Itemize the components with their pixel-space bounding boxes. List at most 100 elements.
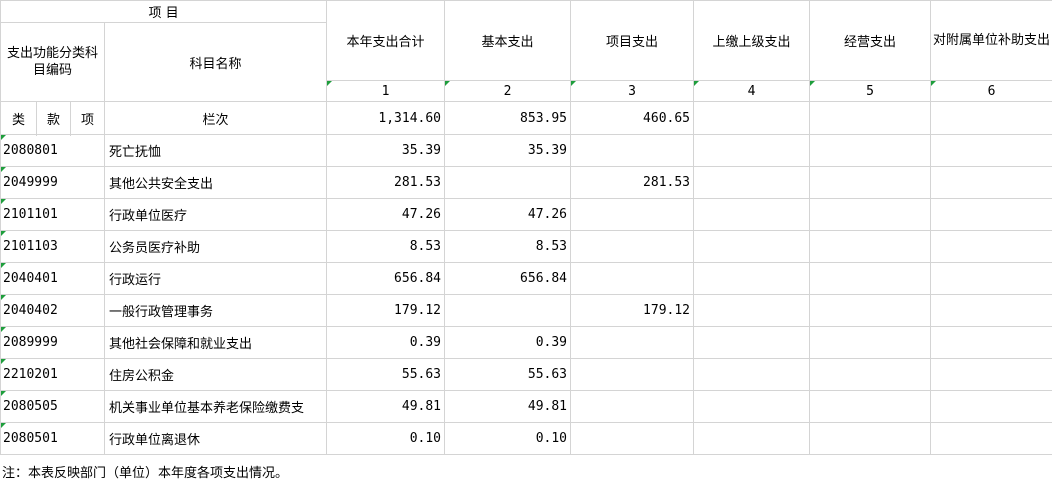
header-lanci: 栏次 [103,101,328,135]
table-row: 2080801 死亡抚恤 35.39 35.39 [0,134,1052,167]
row-subject-name: 其他公共安全支出 [103,166,328,199]
col-number-4: 4 [693,80,811,102]
row-value-6 [930,134,1052,167]
col-number-2: 2 [444,80,572,102]
row-value-6 [930,422,1052,455]
row-value-5 [809,262,932,295]
total-value-4 [693,101,811,135]
row-value-5 [809,134,932,167]
table-row: 2040401 行政运行 656.84 656.84 [0,262,1052,295]
row-value-3: 281.53 [570,166,695,199]
header-item-label: 项 目 [0,0,328,23]
header-subject-name: 科目名称 [103,22,328,102]
header-col-operating: 经营支出 [809,0,932,81]
row-value-5 [809,166,932,199]
header-xiang: 项 [70,101,105,135]
row-value-6 [930,198,1052,231]
row-value-4 [693,390,811,423]
table-row: 2080501 行政单位离退休 0.10 0.10 [0,422,1052,455]
row-value-5 [809,358,932,391]
col-number-3: 3 [570,80,695,102]
row-subject-name: 公务员医疗补助 [103,230,328,263]
row-value-1: 55.63 [326,358,446,391]
header-col-remit-superior: 上缴上级支出 [693,0,811,81]
row-value-2: 0.39 [444,326,572,359]
row-value-1: 0.39 [326,326,446,359]
row-value-1: 8.53 [326,230,446,263]
row-value-5 [809,390,932,423]
row-code: 2040402 [0,294,105,327]
col-number-1: 1 [326,80,446,102]
row-value-2: 47.26 [444,198,572,231]
header-col-total: 本年支出合计 [326,0,446,81]
row-subject-name: 机关事业单位基本养老保险缴费支 [103,390,328,423]
row-value-2: 35.39 [444,134,572,167]
header-col-project: 项目支出 [570,0,695,81]
row-subject-name: 住房公积金 [103,358,328,391]
row-value-6 [930,166,1052,199]
table-row: 2101103 公务员医疗补助 8.53 8.53 [0,230,1052,263]
row-value-1: 49.81 [326,390,446,423]
total-value-6 [930,101,1052,135]
row-value-5 [809,326,932,359]
row-value-4 [693,294,811,327]
row-value-2: 49.81 [444,390,572,423]
col-number-5: 5 [809,80,932,102]
row-value-4 [693,326,811,359]
row-value-3 [570,390,695,423]
row-value-5 [809,230,932,263]
table-row: 2049999 其他公共安全支出 281.53 281.53 [0,166,1052,199]
row-value-2: 8.53 [444,230,572,263]
row-value-5 [809,422,932,455]
expenditure-table: 项 目 本年支出合计 基本支出 项目支出 上缴上级支出 经营支出 对附属单位补助… [0,0,1052,455]
row-code: 2210201 [0,358,105,391]
row-value-3 [570,326,695,359]
total-value-2: 853.95 [444,101,572,135]
row-value-6 [930,230,1052,263]
row-value-3 [570,230,695,263]
row-value-1: 179.12 [326,294,446,327]
row-value-3 [570,358,695,391]
header-lei: 类 [0,101,37,135]
row-subject-name: 行政运行 [103,262,328,295]
col-number-6: 6 [930,80,1052,102]
row-code: 2080501 [0,422,105,455]
row-value-2: 656.84 [444,262,572,295]
row-value-5 [809,294,932,327]
row-value-4 [693,358,811,391]
header-kuan: 款 [36,101,71,135]
row-code: 2080801 [0,134,105,167]
row-value-1: 35.39 [326,134,446,167]
row-value-3: 179.12 [570,294,695,327]
row-subject-name: 行政单位医疗 [103,198,328,231]
table-note: 注：本表反映部门（单位）本年度各项支出情况。 [2,466,289,481]
row-value-4 [693,198,811,231]
row-value-4 [693,134,811,167]
row-value-3 [570,262,695,295]
row-subject-name: 其他社会保障和就业支出 [103,326,328,359]
row-code: 2101103 [0,230,105,263]
table-row: 2040402 一般行政管理事务 179.12 179.12 [0,294,1052,327]
row-subject-name: 一般行政管理事务 [103,294,328,327]
row-value-3 [570,134,695,167]
header-col-subsidy: 对附属单位补助支出 [930,0,1052,81]
row-value-2: 0.10 [444,422,572,455]
row-value-2: 55.63 [444,358,572,391]
table-row: 2080505 机关事业单位基本养老保险缴费支 49.81 49.81 [0,390,1052,423]
row-value-1: 281.53 [326,166,446,199]
row-code: 2080505 [0,390,105,423]
row-code: 2089999 [0,326,105,359]
row-value-6 [930,326,1052,359]
row-value-4 [693,166,811,199]
row-value-5 [809,198,932,231]
row-value-1: 47.26 [326,198,446,231]
row-value-1: 656.84 [326,262,446,295]
row-value-2 [444,294,572,327]
row-code: 2049999 [0,166,105,199]
row-code: 2101101 [0,198,105,231]
row-subject-name: 死亡抚恤 [103,134,328,167]
row-value-3 [570,422,695,455]
row-value-6 [930,294,1052,327]
header-code-group: 支出功能分类科目编码 [0,22,105,102]
table-row: 2210201 住房公积金 55.63 55.63 [0,358,1052,391]
